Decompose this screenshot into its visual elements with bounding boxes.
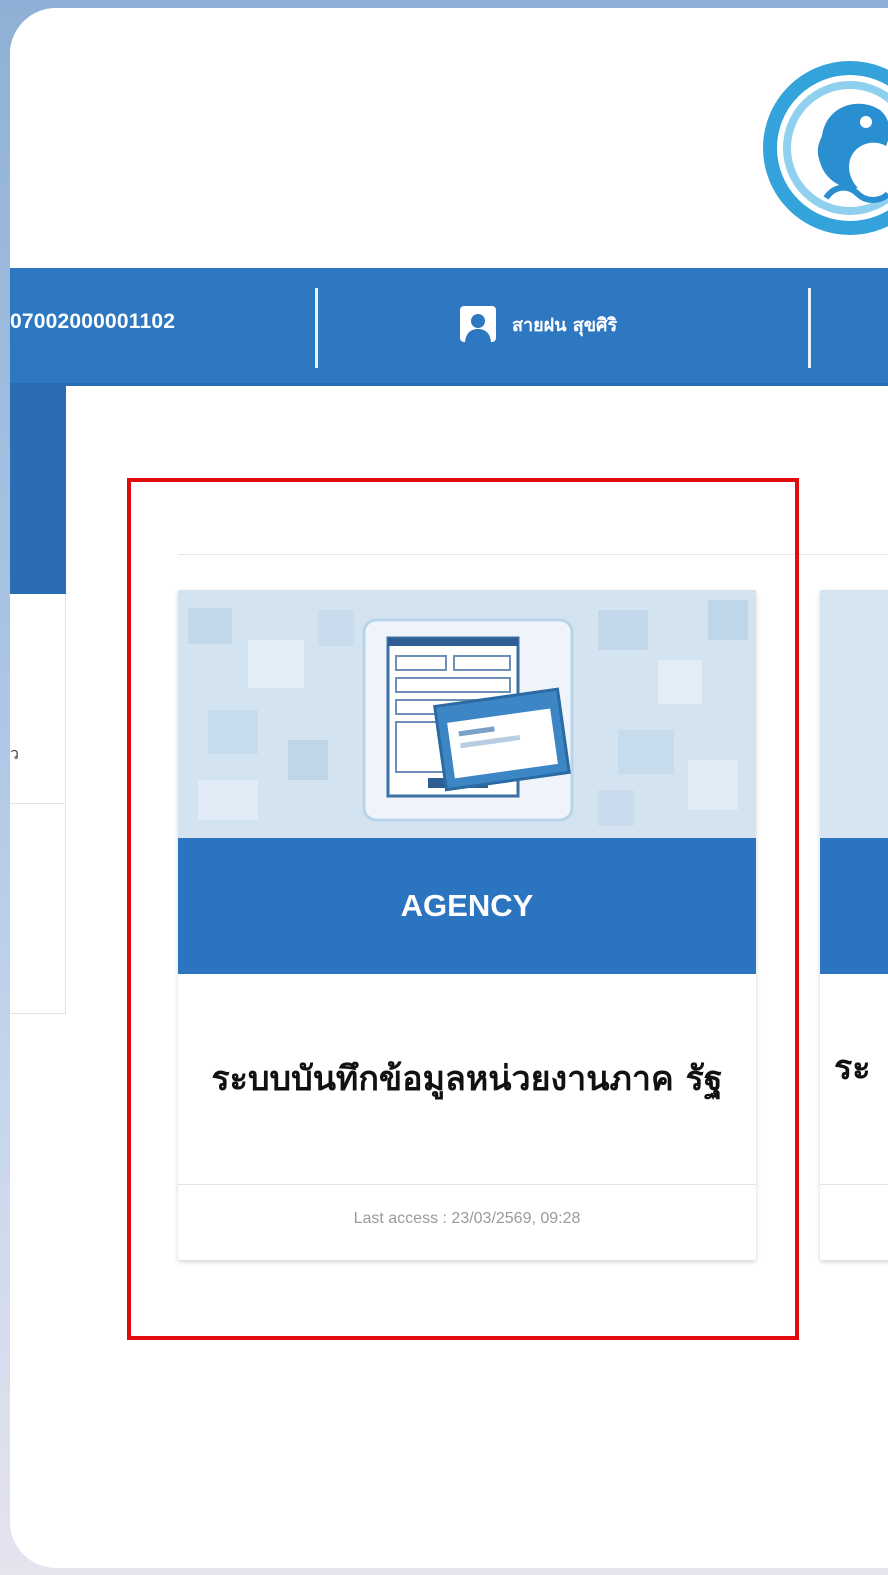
sidebar-item[interactable]	[10, 594, 66, 804]
card-banner	[820, 590, 888, 838]
nav-divider	[315, 288, 318, 368]
user-menu[interactable]: สายฝน สุขศิริ	[460, 306, 617, 342]
top-navbar: 07002000001102 สายฝน สุขศิริ	[10, 268, 888, 386]
system-card-secondary[interactable]: ระ	[820, 590, 888, 1260]
organization-logo	[763, 61, 888, 235]
user-name: สายฝน สุขศิริ	[512, 314, 618, 336]
account-id: 07002000001102	[10, 310, 176, 333]
highlight-box	[127, 478, 799, 1340]
user-icon	[460, 306, 496, 342]
sidebar-item-label: ว	[10, 744, 19, 763]
card-last-access	[820, 1184, 888, 1252]
header-area	[10, 8, 888, 268]
card-label	[820, 838, 888, 974]
card-title: ระ	[834, 1048, 871, 1088]
app-window: 07002000001102 สายฝน สุขศิริ ว AGENCY ระ…	[10, 8, 888, 1568]
sidebar-item[interactable]	[10, 804, 66, 1014]
nav-divider	[808, 288, 811, 368]
sidebar: ว	[10, 386, 66, 1016]
sidebar-item-active[interactable]	[10, 386, 66, 594]
